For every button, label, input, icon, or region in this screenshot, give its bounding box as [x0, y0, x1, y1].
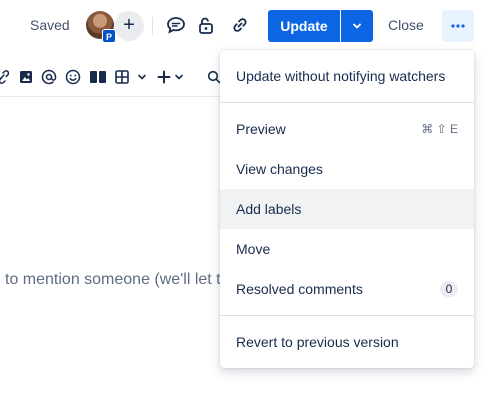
layouts-icon[interactable] [89, 69, 107, 85]
link-icon[interactable] [0, 69, 10, 85]
menu-divider [220, 315, 474, 316]
menu-item-label: Update without notifying watchers [236, 68, 446, 84]
copy-link-button[interactable] [228, 13, 252, 37]
menu-divider [220, 102, 474, 103]
comment-icon [167, 17, 185, 34]
menu-item-add-labels[interactable]: Add labels [220, 189, 474, 229]
menu-item-revert[interactable]: Revert to previous version [220, 322, 474, 362]
keyboard-shortcut: ⌘ ⇧ E [421, 122, 458, 136]
link-icon [233, 18, 247, 32]
table-icon[interactable] [114, 69, 130, 85]
mention-icon[interactable] [41, 69, 57, 85]
menu-item-label: Revert to previous version [236, 334, 399, 350]
restrictions-button[interactable] [194, 13, 218, 37]
menu-item-view-changes[interactable]: View changes [220, 149, 474, 189]
menu-item-update-without-notifying[interactable]: Update without notifying watchers [220, 56, 474, 96]
divider [152, 17, 153, 35]
menu-item-label: View changes [236, 161, 323, 177]
top-bar: Saved P + Update Close [0, 0, 495, 52]
saved-status: Saved [30, 17, 70, 33]
emoji-icon[interactable] [65, 69, 81, 85]
unlock-icon [199, 17, 213, 34]
update-options-button[interactable] [341, 10, 373, 42]
more-icon [451, 24, 465, 28]
editor-toolbar [0, 62, 230, 92]
menu-item-move[interactable]: Move [220, 229, 474, 269]
menu-item-label: Preview [236, 121, 286, 137]
menu-item-label: Move [236, 241, 271, 257]
menu-item-resolved-comments[interactable]: Resolved comments 0 [220, 269, 474, 309]
image-icon[interactable] [19, 69, 33, 85]
update-button[interactable]: Update [268, 10, 340, 42]
editor-placeholder-text[interactable]: to mention someone (we'll let t [5, 271, 220, 289]
add-collaborator-button[interactable]: + [114, 11, 144, 41]
insert-plus-icon[interactable] [156, 69, 172, 85]
chevron-down-icon[interactable] [173, 69, 185, 85]
chevron-down-icon [353, 23, 361, 29]
menu-item-label: Resolved comments [236, 281, 363, 297]
chevron-down-icon[interactable] [136, 69, 148, 85]
close-button[interactable]: Close [388, 17, 424, 33]
menu-item-preview[interactable]: Preview ⌘ ⇧ E [220, 109, 474, 149]
toolbar-divider [0, 96, 220, 97]
inline-comment-button[interactable] [164, 13, 188, 37]
more-actions-menu: Update without notifying watchers Previe… [220, 50, 474, 368]
menu-item-label: Add labels [236, 201, 302, 217]
count-badge: 0 [440, 281, 458, 297]
more-actions-button[interactable] [442, 10, 474, 42]
avatar-badge: P [102, 29, 116, 43]
